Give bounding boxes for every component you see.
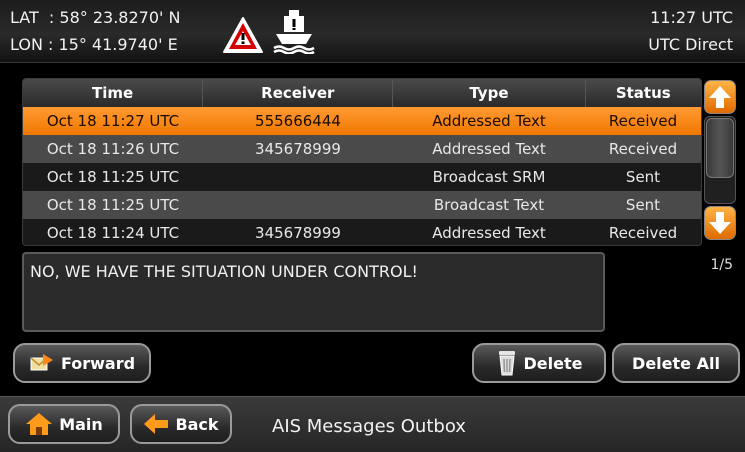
main-button[interactable]: Main (8, 404, 120, 444)
status-bar: LAT : 58° 23.8270' N LON : 15° 41.9740' … (0, 0, 745, 63)
cell-time: Oct 18 11:25 UTC (46, 196, 180, 214)
trash-icon (498, 351, 515, 376)
forward-icon (30, 354, 53, 371)
delete-all-button[interactable]: Delete All (612, 343, 740, 383)
cell-time: Oct 18 11:27 UTC (46, 112, 180, 130)
messages-table: Time Receiver Type Status Oct 18 11:27 U… (22, 78, 702, 246)
scroll-up-button[interactable] (704, 80, 736, 114)
forward-button-label: Forward (60, 353, 136, 373)
ship-alert-icon[interactable] (272, 8, 316, 54)
page-indicator: 1/5 (710, 257, 733, 273)
latitude-readout: LAT : 58° 23.8270' N (10, 8, 181, 27)
back-button-label: Back (175, 414, 219, 434)
delete-button[interactable]: Delete (472, 343, 606, 383)
cell-receiver: 345678999 (255, 224, 341, 242)
column-header-receiver[interactable]: Receiver (203, 79, 394, 107)
back-button[interactable]: Back (130, 404, 232, 444)
arrow-down-icon (709, 212, 731, 234)
longitude-readout: LON : 15° 41.9740' E (10, 35, 178, 54)
cell-time: Oct 18 11:26 UTC (46, 140, 180, 158)
cell-status: Sent (625, 168, 661, 186)
arrow-up-icon (709, 86, 731, 108)
cell-time: Oct 18 11:25 UTC (46, 168, 180, 186)
cell-type: Addressed Text (432, 224, 546, 242)
screen-title: AIS Messages Outbox (272, 416, 466, 437)
cell-status: Received (608, 112, 678, 130)
cell-type: Addressed Text (432, 112, 546, 130)
cell-time: Oct 18 11:24 UTC (46, 224, 180, 242)
table-row[interactable]: Oct 18 11:25 UTC Broadcast SRM Sent (23, 163, 701, 191)
table-row[interactable]: Oct 18 11:27 UTC 555666444 Addressed Tex… (23, 107, 701, 135)
arrow-left-icon (144, 414, 169, 434)
column-header-type[interactable]: Type (393, 79, 586, 107)
time-mode-readout: UTC Direct (648, 35, 733, 54)
home-icon (26, 413, 53, 435)
scrollbar-thumb[interactable] (706, 118, 734, 178)
delete-all-button-label: Delete All (632, 353, 720, 373)
cell-receiver: 555666444 (255, 112, 341, 130)
cell-type: Addressed Text (432, 140, 546, 158)
cell-status: Received (608, 140, 678, 158)
scroll-down-button[interactable] (704, 206, 736, 240)
cell-receiver (203, 163, 393, 191)
cell-type: Broadcast Text (433, 196, 545, 214)
column-header-time[interactable]: Time (23, 79, 204, 107)
column-header-status[interactable]: Status (586, 79, 701, 107)
table-row[interactable]: Oct 18 11:26 UTC 345678999 Addressed Tex… (23, 135, 701, 163)
cell-receiver: 345678999 (255, 140, 341, 158)
table-row[interactable]: Oct 18 11:24 UTC 345678999 Addressed Tex… (23, 219, 701, 245)
cell-type: Broadcast SRM (432, 168, 546, 186)
message-preview: NO, WE HAVE THE SITUATION UNDER CONTROL! (22, 252, 605, 332)
warning-triangle-icon[interactable] (222, 16, 264, 54)
clock-readout: 11:27 UTC (650, 8, 733, 27)
table-row[interactable]: Oct 18 11:25 UTC Broadcast Text Sent (23, 191, 701, 219)
table-header: Time Receiver Type Status (23, 79, 701, 107)
cell-status: Sent (625, 196, 661, 214)
cell-status: Received (608, 224, 678, 242)
main-button-label: Main (59, 414, 103, 434)
cell-receiver (203, 191, 393, 219)
delete-button-label: Delete (523, 353, 583, 373)
forward-button[interactable]: Forward (13, 343, 151, 383)
